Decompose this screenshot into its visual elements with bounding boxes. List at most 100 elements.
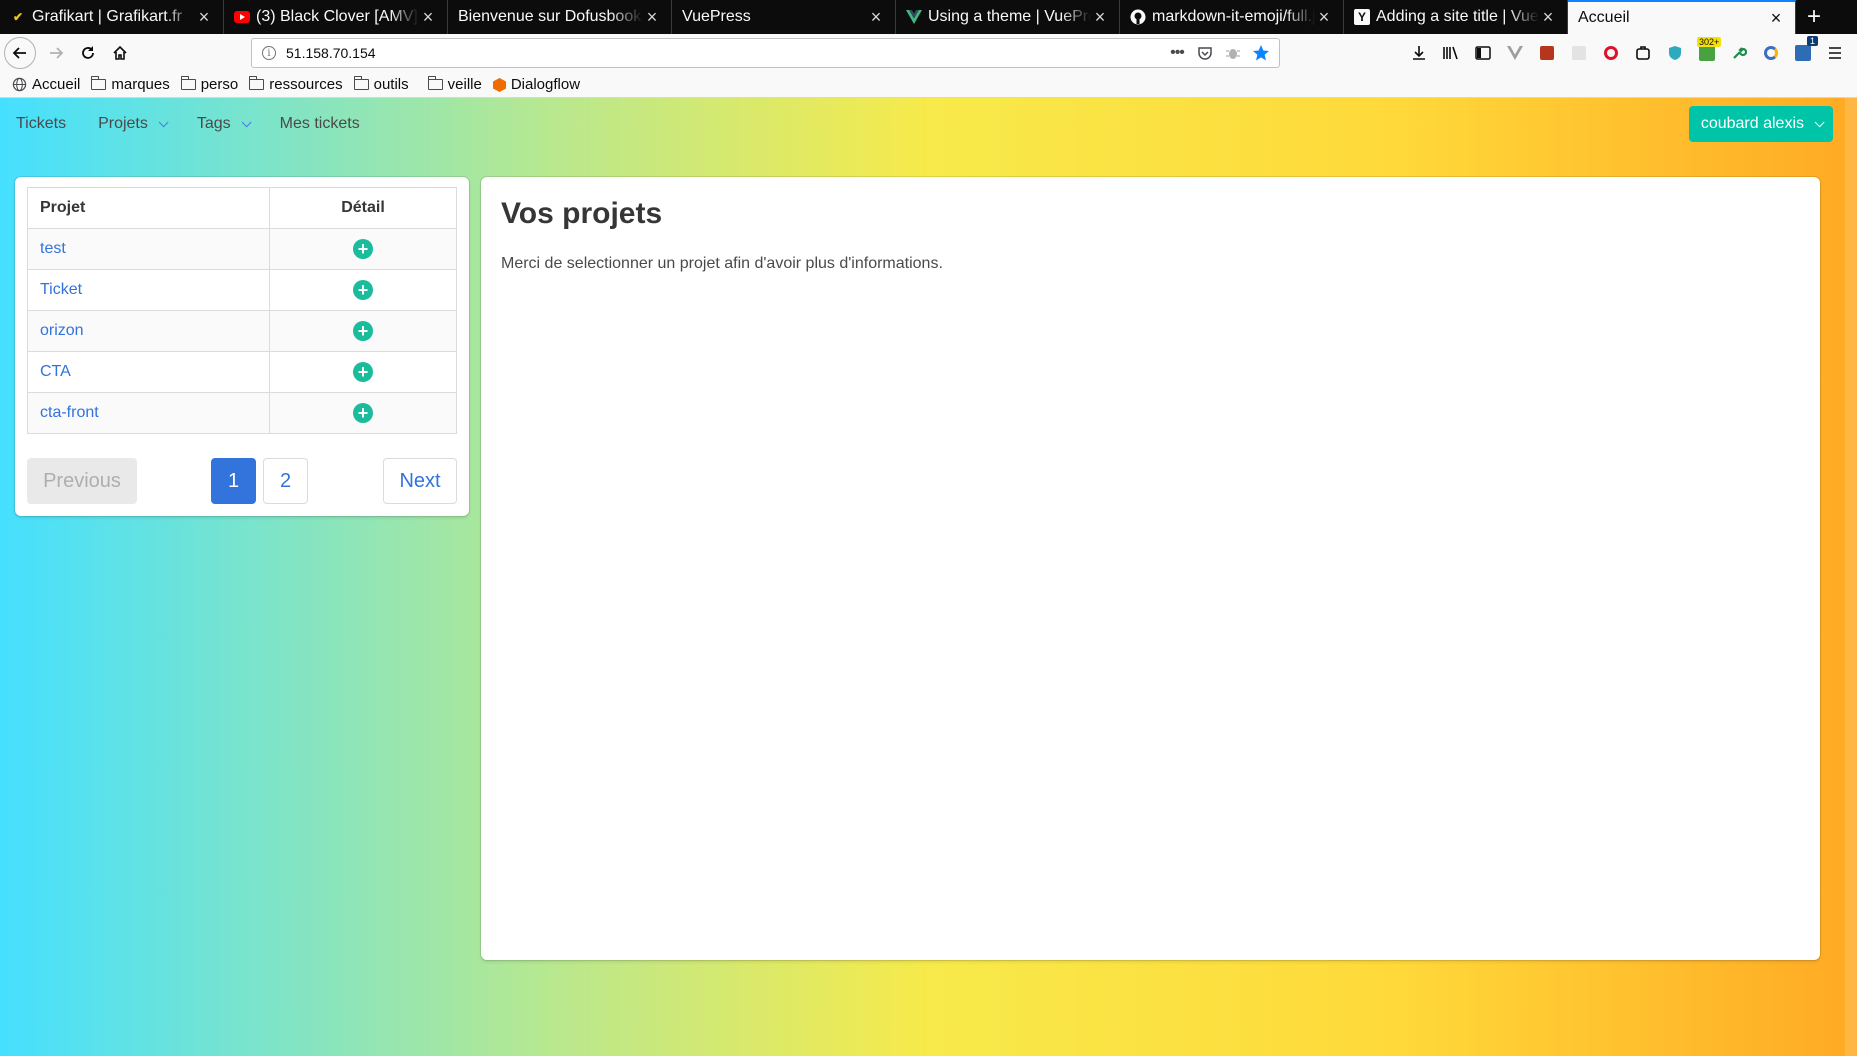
browser-tab[interactable]: Y Adding a site title | VuePress × (1344, 0, 1568, 34)
close-icon[interactable]: × (1315, 7, 1333, 28)
previous-button[interactable]: Previous (27, 458, 137, 504)
project-link[interactable]: test (40, 240, 66, 257)
info-icon[interactable]: i (262, 46, 276, 60)
browser-tab[interactable]: (3) Black Clover [AMV] - B × (224, 0, 448, 34)
arrow-right-icon (50, 47, 64, 59)
page-scrollbar[interactable] (1845, 98, 1857, 1056)
star-icon[interactable] (1251, 43, 1271, 63)
back-button[interactable] (4, 37, 36, 69)
download-icon[interactable] (1407, 41, 1431, 65)
opera-icon[interactable] (1599, 41, 1623, 65)
bookmark-folder-perso[interactable]: perso (180, 76, 238, 93)
tab-title: Bienvenue sur Dofusbook ! (458, 8, 643, 25)
yoast-icon: Y (1354, 9, 1370, 25)
extension-gray-icon[interactable] (1567, 41, 1591, 65)
project-link[interactable]: cta-front (40, 404, 99, 421)
close-icon[interactable]: × (867, 7, 885, 28)
more-actions-icon[interactable]: ••• (1167, 43, 1187, 63)
tab-title: (3) Black Clover [AMV] - B (256, 8, 419, 25)
vue-devtools-icon[interactable] (1503, 41, 1527, 65)
extension-cycle-icon[interactable] (1759, 41, 1783, 65)
project-cell: Ticket (27, 269, 270, 311)
project-cell: test (27, 228, 270, 270)
pagination: Previous 1 2 Next (27, 458, 457, 504)
vue-icon (906, 9, 922, 25)
address-bar[interactable]: i 51.158.70.154 ••• (251, 38, 1280, 68)
sidebar-icon[interactable] (1471, 41, 1495, 65)
shield-icon[interactable] (1663, 41, 1687, 65)
close-icon[interactable]: × (643, 7, 661, 28)
reload-button[interactable] (74, 39, 102, 67)
badge-302: 302+ (1697, 37, 1722, 47)
tab-title: VuePress (682, 8, 751, 25)
close-icon[interactable]: × (419, 7, 437, 28)
plus-circle-icon[interactable]: + (353, 280, 373, 300)
project-link[interactable]: CTA (40, 363, 71, 380)
page-2-button[interactable]: 2 (263, 458, 308, 504)
project-cell: CTA (27, 351, 270, 393)
bookmark-accueil[interactable]: Accueil (12, 76, 80, 93)
bookmark-label: Dialogflow (510, 76, 581, 93)
user-name: coubard alexis (1700, 115, 1804, 132)
bookmark-label: veille (447, 76, 482, 93)
browser-tab-active[interactable]: Accueil × (1568, 0, 1796, 34)
badge-1: 1 (1806, 36, 1818, 46)
wrench-icon[interactable] (1727, 41, 1751, 65)
bookmark-dialogflow[interactable]: Dialogflow (492, 76, 581, 93)
nav-tags-dropdown[interactable]: Tags (181, 98, 264, 150)
close-icon[interactable]: × (1091, 7, 1109, 28)
close-icon[interactable]: × (195, 7, 213, 28)
instruction-text: Merci de selectionner un projet afin d'a… (501, 255, 943, 272)
github-icon (1130, 9, 1146, 25)
nav-projets-dropdown[interactable]: Projets (82, 98, 181, 150)
table-header-row: Projet Détail (27, 187, 457, 229)
browser-tab[interactable]: markdown-it-emoji/full.js × (1120, 0, 1344, 34)
globe-icon (12, 77, 27, 92)
browser-tab[interactable]: Bienvenue sur Dofusbook ! × (448, 0, 672, 34)
projects-table: Projet Détail test + Ticket + orizon + C… (27, 187, 457, 434)
project-cell: cta-front (27, 392, 270, 434)
bug-icon[interactable] (1223, 43, 1243, 63)
page-1-button[interactable]: 1 (211, 458, 256, 504)
project-link[interactable]: orizon (40, 322, 84, 339)
close-icon[interactable]: × (1767, 8, 1785, 29)
browser-tab[interactable]: VuePress × (672, 0, 896, 34)
column-header-detail: Détail (269, 187, 457, 229)
plus-circle-icon[interactable]: + (353, 362, 373, 382)
nav-label: Tickets (16, 115, 67, 132)
new-tab-button[interactable]: + (1796, 0, 1832, 34)
extension-badge-icon[interactable]: 302+ (1695, 37, 1722, 65)
nav-mes-tickets[interactable]: Mes tickets (264, 98, 376, 150)
extension-red-icon[interactable] (1535, 41, 1559, 65)
next-button[interactable]: Next (383, 458, 457, 504)
forward-button[interactable] (42, 39, 70, 67)
close-icon[interactable]: × (1539, 7, 1557, 28)
bookmark-folder-ressources[interactable]: ressources (249, 76, 343, 93)
project-link[interactable]: Ticket (40, 281, 82, 298)
detail-cell: + (269, 392, 457, 434)
browser-tab[interactable]: Using a theme | VuePress × (896, 0, 1120, 34)
user-menu-button[interactable]: coubard alexis (1688, 106, 1833, 142)
library-icon[interactable] (1439, 41, 1463, 65)
table-row: cta-front + (27, 392, 457, 434)
browser-tab[interactable]: ✔ Grafikart | Grafikart.fr × (0, 0, 224, 34)
bookmark-folder-outils[interactable]: outils (353, 76, 409, 93)
plus-circle-icon[interactable]: + (353, 403, 373, 423)
nav-tickets[interactable]: Tickets (0, 98, 82, 150)
menu-icon[interactable] (1823, 41, 1847, 65)
bookmark-folder-marques[interactable]: marques (91, 76, 170, 93)
folder-icon (91, 76, 107, 90)
pocket-icon[interactable] (1195, 43, 1215, 63)
bookmark-label: ressources (269, 76, 343, 93)
extension-clip-icon[interactable] (1631, 41, 1655, 65)
bookmark-label: marques (111, 76, 170, 93)
tab-title: markdown-it-emoji/full.js (1152, 8, 1315, 25)
youtube-icon (234, 9, 250, 25)
extension-blue-icon[interactable]: 1 (1791, 36, 1818, 65)
plus-circle-icon[interactable]: + (353, 239, 373, 259)
nav-label: Projets (98, 115, 148, 132)
home-button[interactable] (106, 39, 134, 67)
plus-circle-icon[interactable]: + (353, 321, 373, 341)
bookmark-folder-veille[interactable]: veille (427, 76, 482, 93)
detail-cell: + (269, 269, 457, 311)
